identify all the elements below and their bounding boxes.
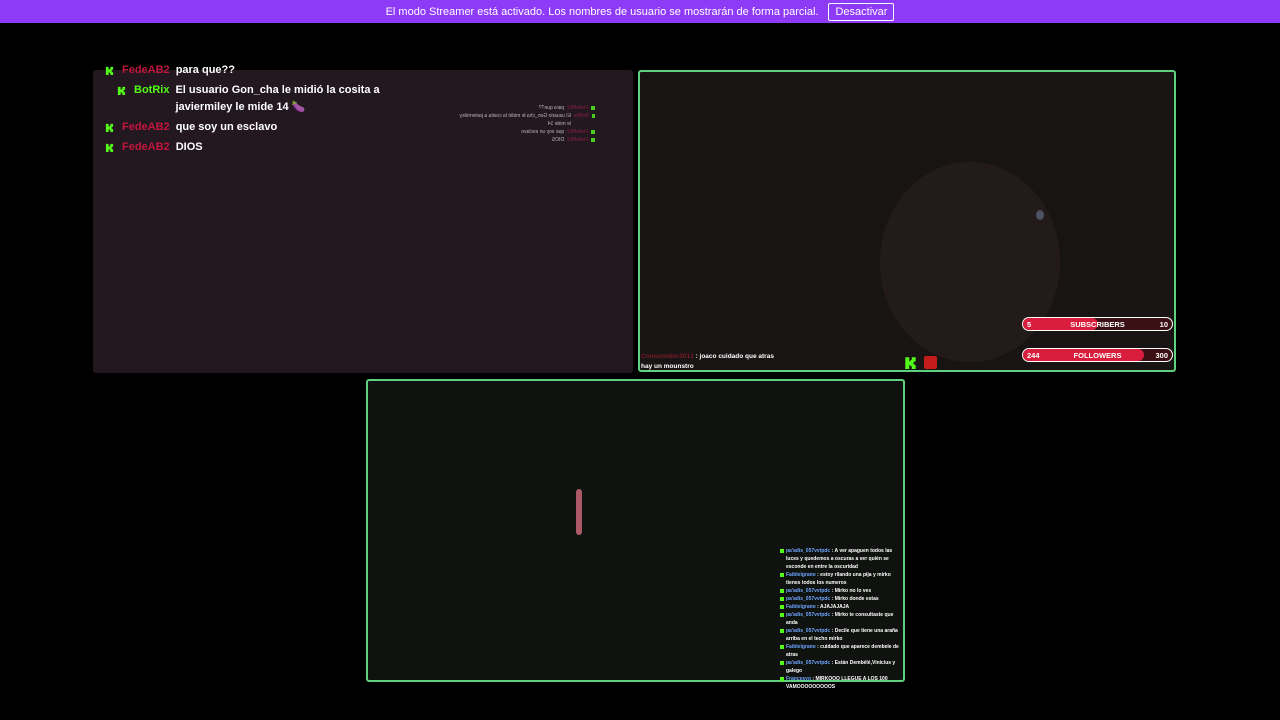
feed-row: Faiblelgrano : AJAJAJAJA bbox=[780, 603, 904, 611]
mirrored-text: para que?? bbox=[538, 105, 565, 111]
kick-badge-icon bbox=[780, 549, 784, 553]
record-icon bbox=[924, 356, 937, 369]
feed-username: pa'adis_057vvtpdc bbox=[786, 660, 831, 666]
mirrored-text: El usuario Gon_cha le midió la cosita a … bbox=[459, 113, 571, 127]
feed-text: : Mirko donde estas bbox=[831, 596, 879, 602]
chat-text: DIOS bbox=[175, 141, 203, 153]
subscribers-label: SUBSCRIBERS bbox=[1070, 320, 1125, 329]
disable-streamer-mode-button[interactable]: Desactivar bbox=[828, 2, 895, 21]
chat-message: FedeAB2 que soy un esclavo bbox=[105, 119, 425, 136]
mirrored-username: FedeAB2 bbox=[567, 129, 588, 135]
chat-username[interactable]: BotRix bbox=[134, 82, 169, 99]
chat-text: El usuario Gon_cha le midió la cosita a … bbox=[175, 84, 380, 113]
feed-row: pa'adis_057vvtpdc : Mirko donde estas bbox=[780, 595, 904, 603]
feed-username: pa'adis_057vvtpdc bbox=[786, 596, 831, 602]
feed-row: Faiblelgrano : cuidado que aparece dembe… bbox=[780, 643, 904, 659]
chat-username[interactable]: FedeAB2 bbox=[122, 62, 170, 79]
feed-username: Faiblelgrano bbox=[786, 644, 816, 650]
chat-overlay: FedeAB2 para que?? BotRix El usuario Gon… bbox=[105, 62, 425, 159]
feed-username: Faiblelgrano bbox=[786, 572, 816, 578]
feed-text: : Mirko no lo ves bbox=[831, 588, 872, 594]
kick-badge-icon bbox=[117, 86, 126, 95]
feed-username: Faiblelgrano bbox=[786, 604, 816, 610]
kick-badge-icon bbox=[105, 143, 114, 152]
kick-badge-icon bbox=[591, 114, 595, 118]
followers-goal-bar: 244 FOLLOWERS 300 bbox=[1022, 348, 1173, 362]
overlay-chat-username: Consumidor2012 bbox=[641, 353, 694, 360]
mirrored-username: BotRix bbox=[573, 113, 589, 119]
kick-badge-icon bbox=[780, 589, 784, 593]
figure-shadow bbox=[880, 162, 1060, 362]
feed-row: Francesyo : MIRKOOO LLEGUE A LOS 100 VAM… bbox=[780, 675, 904, 691]
feed-row: pa'adis_057vvtpdc : Decile que tiene una… bbox=[780, 627, 904, 643]
chat-message: BotRix El usuario Gon_cha le midió la co… bbox=[105, 82, 425, 116]
streamer-mode-banner: El modo Streamer está activado. Los nomb… bbox=[0, 0, 1280, 23]
mirrored-chat-row: BotRix El usuario Gon_cha le midió la cos… bbox=[455, 112, 595, 128]
mirrored-chat-row: FedeAB2 para que?? bbox=[455, 104, 595, 112]
chat-text: que soy un esclavo bbox=[175, 121, 278, 133]
mirrored-chat-row: FedeAB2 que soy un esclavo bbox=[455, 128, 595, 136]
followers-label: FOLLOWERS bbox=[1073, 351, 1122, 360]
feed-row: pa'adis_057vvtpdc : Mirko te consultaste… bbox=[780, 611, 904, 627]
feed-username: pa'adis_057vvtpdc bbox=[786, 588, 831, 594]
kick-badge-icon bbox=[591, 130, 595, 134]
feed-row: pa'adis_057vvtpdc : A ver apaguen todos … bbox=[780, 547, 904, 571]
feed-username: pa'adis_057vvtpdc bbox=[786, 548, 831, 554]
overlay-chat-line: Consumidor2012 : joaco cuidado que atras… bbox=[641, 352, 781, 372]
kick-badge-icon bbox=[780, 613, 784, 617]
dim-light bbox=[576, 489, 582, 535]
chat-message: FedeAB2 para que?? bbox=[105, 62, 425, 79]
chat-message: FedeAB2 DIOS bbox=[105, 139, 425, 156]
feed-username: Francesyo bbox=[786, 676, 812, 682]
kick-badge-icon bbox=[105, 123, 114, 132]
mirrored-text: que soy un esclavo bbox=[521, 129, 565, 135]
mirrored-text: DIOS bbox=[551, 137, 565, 143]
kick-logo-icon bbox=[904, 356, 917, 369]
feed-row: pa'adis_057vvtpdc : Mirko no lo ves bbox=[780, 587, 904, 595]
feed-text: : AJAJAJAJA bbox=[817, 604, 850, 610]
mirrored-username: FedeAB2 bbox=[567, 137, 588, 143]
mirrored-username: FedeAB2 bbox=[567, 105, 588, 111]
chat-username[interactable]: FedeAB2 bbox=[122, 119, 170, 136]
kick-badge-icon bbox=[780, 597, 784, 601]
kick-badge-icon bbox=[591, 138, 595, 142]
kick-badge-icon bbox=[780, 661, 784, 665]
feed-row: pa'adis_057vvtpdc : Están Dembélé,Vinici… bbox=[780, 659, 904, 675]
feed-row: Faiblelgrano : estoy rilando una pija y … bbox=[780, 571, 904, 587]
subscribers-goal: 10 bbox=[1159, 320, 1168, 329]
mirrored-chat-reflection: FedeAB2 para que?? BotRix El usuario Gon_c… bbox=[455, 104, 595, 144]
feed-username: pa'adis_057vvtpdc bbox=[786, 612, 831, 618]
kick-badge-icon bbox=[780, 573, 784, 577]
kick-badge-icon bbox=[780, 645, 784, 649]
kick-badge-icon bbox=[591, 106, 595, 110]
kick-badge-icon bbox=[780, 605, 784, 609]
followers-goal: 300 bbox=[1155, 351, 1168, 360]
kick-badge-icon bbox=[105, 66, 114, 75]
chat-text: para que?? bbox=[175, 64, 235, 76]
subscribers-goal-bar: 5 SUBSCRIBERS 10 bbox=[1022, 317, 1173, 331]
feed-username: pa'adis_057vvtpdc bbox=[786, 628, 831, 634]
chat-feed-overlay: pa'adis_057vvtpdc : A ver apaguen todos … bbox=[780, 547, 904, 691]
mirrored-chat-row: FedeAB2 DIOS bbox=[455, 136, 595, 144]
kick-badge-icon bbox=[780, 629, 784, 633]
kick-badge-icon bbox=[780, 677, 784, 681]
chat-username[interactable]: FedeAB2 bbox=[122, 139, 170, 156]
streamer-mode-message: El modo Streamer está activado. Los nomb… bbox=[385, 5, 819, 18]
